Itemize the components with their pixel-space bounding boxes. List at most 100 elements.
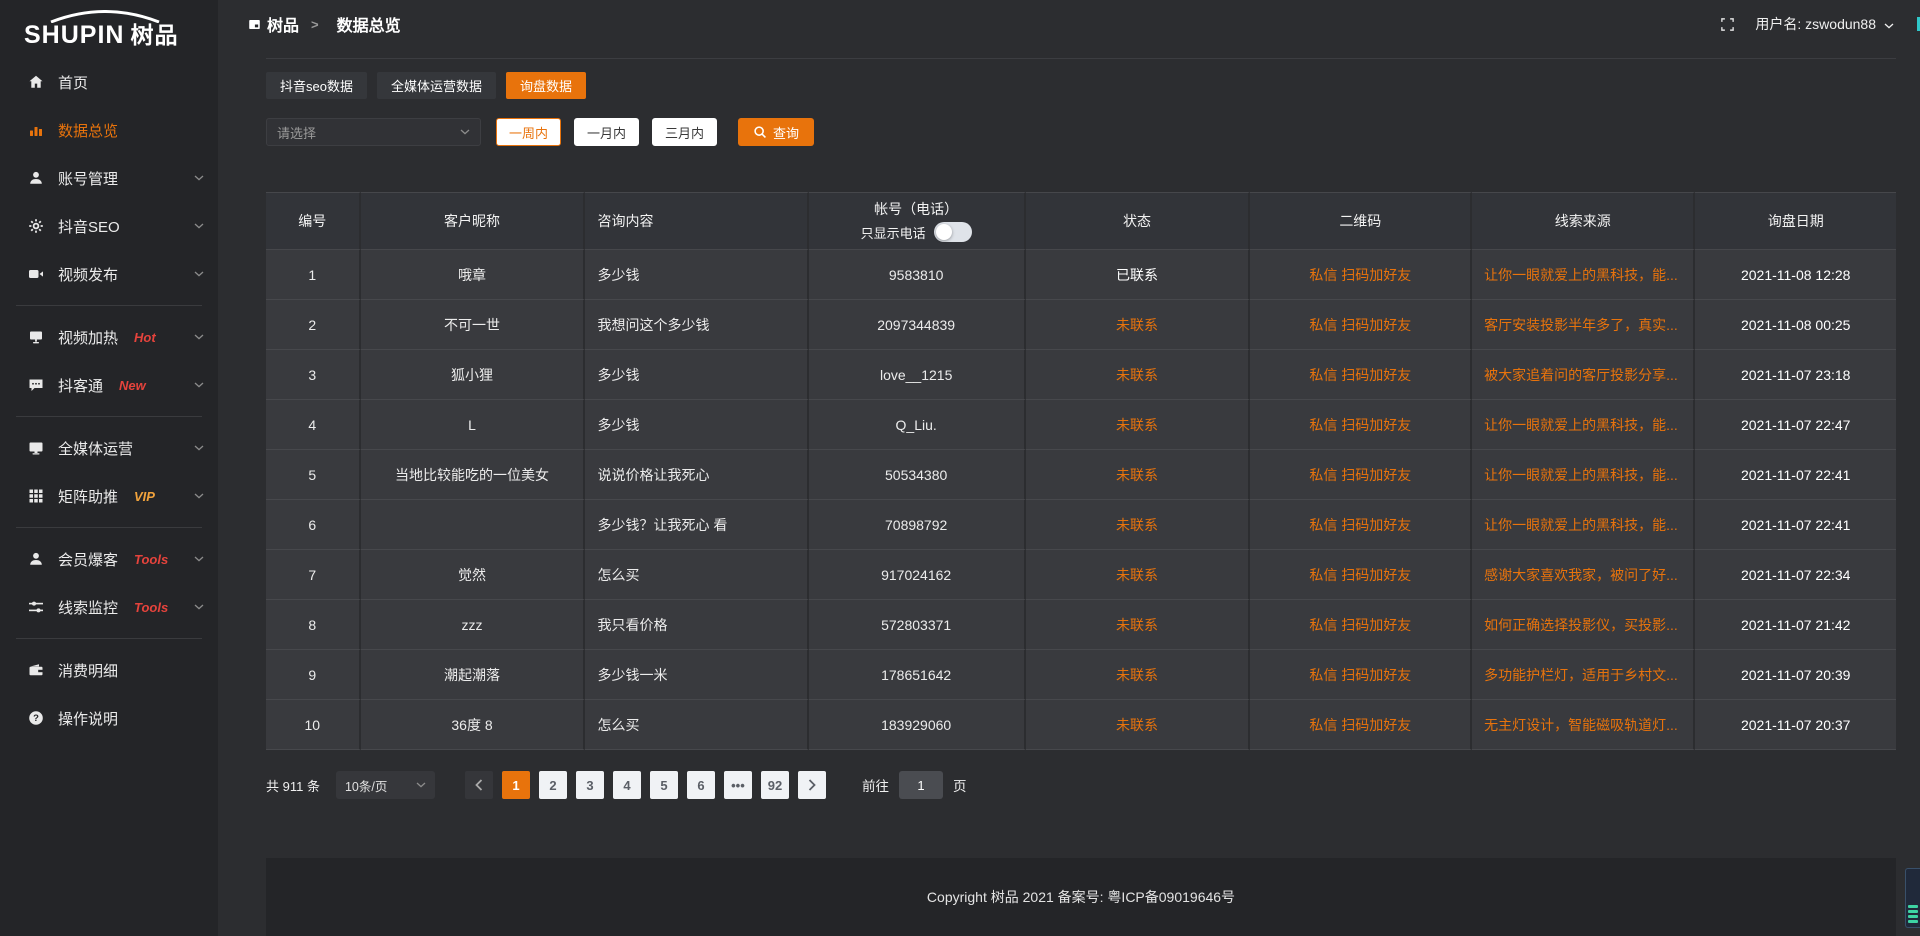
page-button-1[interactable]: 1 — [502, 771, 530, 799]
cell-source-link[interactable]: 让你一眼就爱上的黑科技，能... — [1472, 450, 1695, 500]
period-buttons: 一周内一月内三月内 — [496, 118, 717, 146]
status-badge: 未联系 — [1026, 350, 1251, 400]
column-header-status: 状态 — [1026, 192, 1251, 250]
cell-content: 多少钱？让我死心 看 — [585, 500, 808, 550]
page-button-2[interactable]: 2 — [539, 771, 567, 799]
phone-only-toggle[interactable] — [934, 222, 972, 242]
cell-nickname: 觉然 — [361, 550, 586, 600]
breadcrumb-item-shupin[interactable]: 树品 — [248, 12, 299, 36]
cell-qr-link[interactable]: 私信 扫码加好友 — [1250, 350, 1472, 400]
cell-qr-link[interactable]: 私信 扫码加好友 — [1250, 650, 1472, 700]
cell-qr-link[interactable]: 私信 扫码加好友 — [1250, 450, 1472, 500]
cell-date: 2021-11-07 22:41 — [1695, 450, 1896, 500]
cell-source-link[interactable]: 让你一眼就爱上的黑科技，能... — [1472, 500, 1695, 550]
cell-qr-link[interactable]: 私信 扫码加好友 — [1250, 600, 1472, 650]
sidebar: SHUPIN树品 首页数据总览账号管理抖音SEO视频发布视频加热Hot抖客通Ne… — [0, 0, 218, 936]
cell-source-link[interactable]: 多功能护栏灯，适用于乡村文... — [1472, 650, 1695, 700]
page-button-4[interactable]: 4 — [613, 771, 641, 799]
sidebar-item-matrix-boost[interactable]: 矩阵助推VIP — [0, 472, 218, 520]
sidebar-item-douketong[interactable]: 抖客通New — [0, 361, 218, 409]
cell-qr-link[interactable]: 私信 扫码加好友 — [1250, 300, 1472, 350]
video-icon — [28, 266, 44, 282]
brand-square-icon — [248, 18, 261, 31]
status-badge: 未联系 — [1026, 400, 1251, 450]
cell-source-link[interactable]: 无主灯设计，智能磁吸轨道灯... — [1472, 700, 1695, 750]
cell-source-link[interactable]: 客厅安装投影半年多了，真实... — [1472, 300, 1695, 350]
cell-content: 多少钱 — [585, 250, 808, 300]
sidebar-item-operation-guide[interactable]: ?操作说明 — [0, 694, 218, 742]
cell-content: 多少钱 — [585, 350, 808, 400]
search-button[interactable]: 查询 — [738, 118, 814, 146]
cell-index: 2 — [266, 300, 361, 350]
cell-source-link[interactable]: 感谢大家喜欢我家，被问了好... — [1472, 550, 1695, 600]
sidebar-item-home[interactable]: 首页 — [0, 58, 218, 106]
status-badge: 未联系 — [1026, 700, 1251, 750]
cell-content: 怎么买 — [585, 550, 808, 600]
footer: Copyright 树品 2021 备案号: 粤ICP备09019646号 — [266, 858, 1896, 936]
cell-source-link[interactable]: 让你一眼就爱上的黑科技，能... — [1472, 250, 1695, 300]
cell-qr-link[interactable]: 私信 扫码加好友 — [1250, 400, 1472, 450]
cell-nickname: 36度 8 — [361, 700, 586, 750]
screen-icon — [28, 329, 44, 345]
period-button-quarter[interactable]: 三月内 — [652, 118, 717, 146]
next-page-button[interactable] — [798, 771, 826, 799]
sidebar-item-member-baoke[interactable]: 会员爆客Tools — [0, 535, 218, 583]
account-select[interactable]: 请选择 — [266, 118, 481, 146]
chevron-down-icon — [1884, 16, 1894, 32]
page-button-92[interactable]: 92 — [761, 771, 789, 799]
tab-inquiry-data[interactable]: 询盘数据 — [506, 72, 586, 99]
sidebar-item-account-management[interactable]: 账号管理 — [0, 154, 218, 202]
cell-source-link[interactable]: 如何正确选择投影仪，买投影... — [1472, 600, 1695, 650]
sidebar-item-douyin-seo[interactable]: 抖音SEO — [0, 202, 218, 250]
cell-account: 2097344839 — [809, 300, 1026, 350]
sidebar-item-video-heat[interactable]: 视频加热Hot — [0, 313, 218, 361]
goto-page-input[interactable] — [899, 771, 943, 799]
sidebar-item-video-publish[interactable]: 视频发布 — [0, 250, 218, 298]
cell-source-link[interactable]: 被大家追着问的客厅投影分享... — [1472, 350, 1695, 400]
sidebar-item-label: 抖音SEO — [58, 216, 120, 237]
page-button-3[interactable]: 3 — [576, 771, 604, 799]
sidebar-divider — [16, 527, 202, 528]
badge-vip: VIP — [134, 489, 155, 504]
cell-index: 5 — [266, 450, 361, 500]
page-size-label: 10条/页 — [345, 776, 387, 795]
floating-widget[interactable] — [1905, 868, 1920, 928]
content: 抖音seo数据全媒体运营数据询盘数据 请选择 一周内一月内三月内 查询 编号客户… — [218, 59, 1920, 936]
sidebar-item-spend-detail[interactable]: 消费明细 — [0, 646, 218, 694]
sidebar-item-lead-monitor[interactable]: 线索监控Tools — [0, 583, 218, 631]
sidebar-item-omni-media[interactable]: 全媒体运营 — [0, 424, 218, 472]
table-row: 9潮起潮落多少钱一米178651642未联系私信 扫码加好友多功能护栏灯，适用于… — [266, 650, 1896, 700]
cell-index: 6 — [266, 500, 361, 550]
period-button-week[interactable]: 一周内 — [496, 118, 561, 146]
breadcrumb-item-data-overview[interactable]: 数据总览 — [331, 12, 401, 36]
chevron-left-icon — [475, 779, 483, 791]
page-suffix-label: 页 — [953, 775, 967, 795]
tab-omni-media-data[interactable]: 全媒体运营数据 — [377, 72, 496, 99]
sliders-icon — [28, 599, 44, 615]
inquiry-table: 编号客户昵称咨询内容帐号（电话）只显示电话状态二维码线索来源询盘日期 1哦章多少… — [266, 192, 1896, 750]
cell-account: 572803371 — [809, 600, 1026, 650]
period-button-month[interactable]: 一月内 — [574, 118, 639, 146]
chevron-right-icon — [808, 779, 816, 791]
cell-qr-link[interactable]: 私信 扫码加好友 — [1250, 500, 1472, 550]
page-button-6[interactable]: 6 — [687, 771, 715, 799]
status-badge: 未联系 — [1026, 550, 1251, 600]
badge-hot: Hot — [134, 330, 156, 345]
fullscreen-icon[interactable] — [1720, 17, 1735, 32]
tab-douyin-seo-data[interactable]: 抖音seo数据 — [266, 72, 367, 99]
cell-qr-link[interactable]: 私信 扫码加好友 — [1250, 550, 1472, 600]
user-menu[interactable]: 用户名: zswodun88 — [1755, 14, 1894, 34]
sidebar-nav: 首页数据总览账号管理抖音SEO 视频发布视频加热Hot抖客通New 全媒体运营矩阵助… — [0, 58, 218, 742]
cell-index: 8 — [266, 600, 361, 650]
table-row: 1哦章多少钱9583810已联系私信 扫码加好友让你一眼就爱上的黑科技，能...… — [266, 250, 1896, 300]
cell-source-link[interactable]: 让你一眼就爱上的黑科技，能... — [1472, 400, 1695, 450]
cell-qr-link[interactable]: 私信 扫码加好友 — [1250, 250, 1472, 300]
prev-page-button[interactable] — [465, 771, 493, 799]
page-ellipsis[interactable]: ••• — [724, 771, 752, 799]
sidebar-item-data-overview[interactable]: 数据总览 — [0, 106, 218, 154]
cell-qr-link[interactable]: 私信 扫码加好友 — [1250, 700, 1472, 750]
page-size-select[interactable]: 10条/页 — [336, 771, 435, 799]
cell-index: 4 — [266, 400, 361, 450]
page-button-5[interactable]: 5 — [650, 771, 678, 799]
column-header-date: 询盘日期 — [1695, 192, 1896, 250]
